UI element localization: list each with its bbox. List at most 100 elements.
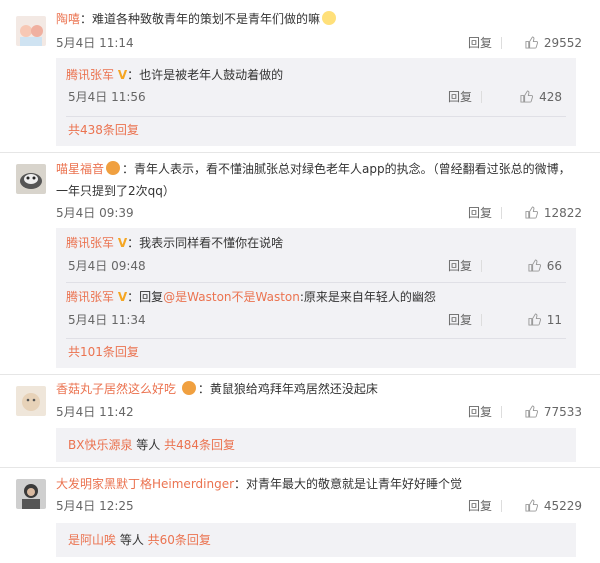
comment-meta: 5月4日 12:25 回复 45229 bbox=[56, 496, 582, 516]
username-link[interactable]: 大发明家黑默丁格Heimerdinger bbox=[56, 477, 234, 491]
comment-item: 大发明家黑默丁格Heimerdinger：对青年最大的敬意就是让青年好好睡个觉 … bbox=[0, 467, 600, 563]
reply-button[interactable]: 回复 bbox=[448, 87, 472, 107]
username-link[interactable]: 喵星福音 bbox=[56, 162, 104, 176]
comment-body: ：青年人表示，看不懂油腻张总对绿色老年人app的执念。（曾经翻看过张总的微博， bbox=[122, 162, 571, 176]
others-label: 等人 bbox=[132, 438, 165, 452]
thumbs-up-icon bbox=[528, 259, 541, 272]
sub-reply: 腾讯张军 V：我表示同样看不懂你在说啥 5月4日 09:48 回复 66 bbox=[56, 228, 576, 280]
thumbs-up-icon bbox=[525, 206, 538, 219]
comment-item: 香菇丸子居然这么好吃 ：黄鼠狼给鸡拜年鸡居然还没起床 5月4日 11:42 回复… bbox=[0, 374, 600, 466]
sub-reply-meta: 5月4日 11:34 回复 11 bbox=[68, 310, 562, 330]
like-count: 29552 bbox=[543, 36, 582, 50]
like-button[interactable]: 12822 bbox=[525, 203, 582, 223]
sub-reply-text: 腾讯张军 V：我表示同样看不懂你在说啥 bbox=[66, 232, 566, 254]
divider bbox=[501, 500, 502, 512]
like-count: 11 bbox=[546, 313, 562, 327]
username-link[interactable]: 香菇丸子居然这么好吃 bbox=[56, 382, 176, 396]
comment-item: 喵星福音 ：青年人表示，看不懂油腻张总对绿色老年人app的执念。（曾经翻看过张总的… bbox=[0, 152, 600, 372]
reply-list: 腾讯张军 V：我表示同样看不懂你在说啥 5月4日 09:48 回复 66 腾讯张… bbox=[56, 228, 576, 368]
crown-badge-icon bbox=[106, 161, 121, 175]
like-button[interactable]: 11 bbox=[528, 310, 562, 330]
sub-reply-body: :原来是来自年轻人的幽怨 bbox=[299, 290, 436, 304]
thumbs-up-icon bbox=[525, 499, 538, 512]
comment-meta: 5月4日 09:39 回复 12822 bbox=[56, 203, 582, 223]
avatar[interactable] bbox=[16, 16, 46, 46]
username-link[interactable]: 是阿山唉 bbox=[68, 533, 116, 547]
username-link[interactable]: 腾讯张军 bbox=[66, 68, 114, 82]
comment-text: 大发明家黑默丁格Heimerdinger：对青年最大的敬意就是让青年好好睡个觉 bbox=[56, 473, 590, 495]
comment-body: ：难道各种致敬青年的策划不是青年们做的嘛 bbox=[80, 12, 321, 26]
reply-list: BX快乐源泉 等人 共484条回复 bbox=[56, 428, 576, 462]
reply-button[interactable]: 回复 bbox=[468, 496, 492, 516]
comment-body: ：对青年最大的敬意就是让青年好好睡个觉 bbox=[234, 477, 463, 491]
comment-meta: 5月4日 11:42 回复 77533 bbox=[56, 402, 582, 422]
comment-body: ：黄鼠狼给鸡拜年鸡居然还没起床 bbox=[197, 382, 378, 396]
more-replies-row: BX快乐源泉 等人 共484条回复 bbox=[68, 435, 235, 455]
sub-reply-prefix: ：回复 bbox=[127, 290, 164, 304]
like-button[interactable]: 29552 bbox=[525, 33, 582, 53]
v-badge-icon: V bbox=[117, 236, 128, 250]
timestamp: 5月4日 11:14 bbox=[56, 36, 134, 50]
more-replies-row: 是阿山唉 等人 共60条回复 bbox=[68, 530, 211, 550]
avatar[interactable] bbox=[16, 479, 46, 509]
like-count: 45229 bbox=[543, 499, 582, 513]
thumbs-up-icon bbox=[525, 405, 538, 418]
thumbs-up-icon bbox=[528, 313, 541, 326]
mention-link[interactable]: @是Waston不是Waston bbox=[163, 290, 300, 304]
sub-reply-body: ：我表示同样看不懂你在说啥 bbox=[127, 236, 284, 250]
like-button[interactable]: 45229 bbox=[525, 496, 582, 516]
divider bbox=[481, 314, 482, 326]
more-replies-link[interactable]: 共60条回复 bbox=[148, 533, 211, 547]
timestamp: 5月4日 11:34 bbox=[68, 313, 146, 327]
reply-button[interactable]: 回复 bbox=[468, 203, 492, 223]
divider bbox=[481, 260, 482, 272]
comment-item: 陶嘻：难道各种致敬青年的策划不是青年们做的嘛 5月4日 11:14 回复 295… bbox=[0, 0, 600, 150]
username-link[interactable]: 陶嘻 bbox=[56, 12, 80, 26]
sub-reply-meta: 5月4日 11:56 回复 428 bbox=[68, 87, 562, 107]
more-replies-link[interactable]: 共484条回复 bbox=[164, 438, 235, 452]
username-link[interactable]: BX快乐源泉 bbox=[68, 438, 132, 452]
reply-button[interactable]: 回复 bbox=[468, 402, 492, 422]
reply-button[interactable]: 回复 bbox=[468, 33, 492, 53]
divider bbox=[501, 207, 502, 219]
username-link[interactable]: 腾讯张军 bbox=[66, 236, 114, 250]
divider bbox=[481, 91, 482, 103]
like-button[interactable]: 428 bbox=[520, 87, 562, 107]
comment-body-continued: 一年只提到了2次qq） bbox=[56, 184, 175, 198]
reply-list: 是阿山唉 等人 共60条回复 bbox=[56, 523, 576, 557]
timestamp: 5月4日 09:48 bbox=[68, 259, 146, 273]
like-button[interactable]: 66 bbox=[528, 256, 562, 276]
crown-badge-icon bbox=[181, 381, 196, 395]
v-badge-icon: V bbox=[117, 290, 128, 304]
reply-button[interactable]: 回复 bbox=[448, 256, 472, 276]
username-link[interactable]: 腾讯张军 bbox=[66, 290, 114, 304]
like-count: 12822 bbox=[543, 206, 582, 220]
thumbs-up-icon bbox=[525, 36, 538, 49]
reply-button[interactable]: 回复 bbox=[448, 310, 472, 330]
avatar[interactable] bbox=[16, 386, 46, 416]
sub-reply-text: 腾讯张军 V：也许是被老年人鼓动着做的 bbox=[66, 64, 566, 86]
more-replies-link[interactable]: 共101条回复 bbox=[68, 342, 139, 362]
thumbs-up-icon bbox=[520, 90, 534, 103]
like-count: 77533 bbox=[543, 405, 582, 419]
timestamp: 5月4日 09:39 bbox=[56, 206, 134, 220]
divider bbox=[66, 116, 566, 117]
avatar[interactable] bbox=[16, 164, 46, 194]
sub-reply: 腾讯张军 V：也许是被老年人鼓动着做的 5月4日 11:56 回复 428 bbox=[56, 58, 576, 114]
like-count: 428 bbox=[539, 90, 562, 104]
comment-text: 陶嘻：难道各种致敬青年的策划不是青年们做的嘛 bbox=[56, 8, 590, 30]
like-button[interactable]: 77533 bbox=[525, 402, 582, 422]
timestamp: 5月4日 11:42 bbox=[56, 405, 134, 419]
comment-meta: 5月4日 11:14 回复 29552 bbox=[56, 33, 582, 53]
comment-text: 喵星福音 ：青年人表示，看不懂油腻张总对绿色老年人app的执念。（曾经翻看过张总的… bbox=[56, 158, 590, 202]
more-replies-link[interactable]: 共438条回复 bbox=[68, 120, 139, 140]
sub-reply-meta: 5月4日 09:48 回复 66 bbox=[68, 256, 562, 276]
v-badge-icon: V bbox=[117, 68, 128, 82]
sub-reply-text: 腾讯张军 V：回复@是Waston不是Waston:原来是来自年轻人的幽怨 bbox=[66, 286, 566, 308]
divider bbox=[66, 282, 566, 283]
divider bbox=[66, 338, 566, 339]
sub-reply: 腾讯张军 V：回复@是Waston不是Waston:原来是来自年轻人的幽怨 5月… bbox=[56, 284, 576, 336]
others-label: 等人 bbox=[116, 533, 148, 547]
like-count: 66 bbox=[546, 259, 562, 273]
sub-reply-body: ：也许是被老年人鼓动着做的 bbox=[127, 68, 284, 82]
